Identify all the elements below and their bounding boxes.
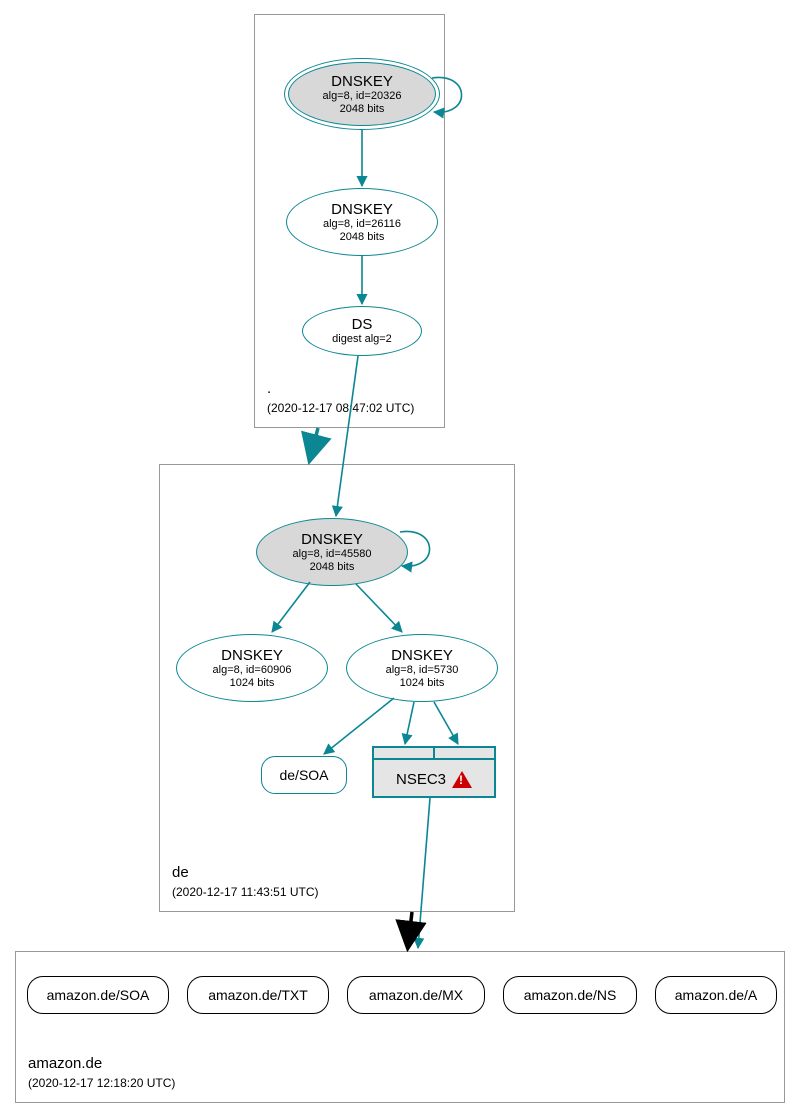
node-label: amazon.de/NS — [524, 987, 617, 1003]
node-sub2: 2048 bits — [310, 561, 355, 574]
node-sub2: 1024 bits — [230, 677, 275, 690]
zone-amazon-timestamp: (2020-12-17 12:18:20 UTC) — [28, 1076, 175, 1090]
amazon-soa: amazon.de/SOA — [27, 976, 169, 1014]
amazon-a: amazon.de/A — [655, 976, 777, 1014]
node-title: DNSKEY — [331, 73, 393, 90]
node-label: de/SOA — [279, 767, 328, 783]
node-sub2: 2048 bits — [340, 103, 385, 116]
node-sub1: digest alg=2 — [332, 333, 392, 346]
nsec3-label-text: NSEC3 — [396, 771, 446, 788]
node-sub2: 2048 bits — [340, 231, 385, 244]
root-ds: DS digest alg=2 — [302, 306, 422, 356]
node-sub1: alg=8, id=5730 — [386, 664, 459, 677]
de-soa: de/SOA — [261, 756, 347, 794]
de-zsk1-dnskey: DNSKEY alg=8, id=60906 1024 bits — [176, 634, 328, 702]
node-title: DNSKEY — [391, 647, 453, 664]
node-label: amazon.de/A — [675, 987, 758, 1003]
node-label: amazon.de/MX — [369, 987, 463, 1003]
de-ksk-dnskey: DNSKEY alg=8, id=45580 2048 bits — [256, 518, 408, 586]
node-title: DNSKEY — [221, 647, 283, 664]
zone-de-timestamp: (2020-12-17 11:43:51 UTC) — [172, 885, 319, 899]
root-zsk-dnskey: DNSKEY alg=8, id=26116 2048 bits — [286, 188, 438, 256]
amazon-ns: amazon.de/NS — [503, 976, 637, 1014]
node-label: amazon.de/SOA — [47, 987, 150, 1003]
root-ksk-dnskey: DNSKEY alg=8, id=20326 2048 bits — [284, 58, 440, 130]
node-sub2: 1024 bits — [400, 677, 445, 690]
de-zsk2-dnskey: DNSKEY alg=8, id=5730 1024 bits — [346, 634, 498, 702]
node-title: DNSKEY — [331, 201, 393, 218]
zone-amazon: amazon.de (2020-12-17 12:18:20 UTC) — [15, 951, 785, 1103]
node-sub1: alg=8, id=45580 — [293, 548, 372, 561]
node-sub1: alg=8, id=20326 — [323, 90, 402, 103]
amazon-mx: amazon.de/MX — [347, 976, 485, 1014]
warning-icon — [452, 771, 472, 788]
node-title: DNSKEY — [301, 531, 363, 548]
amazon-txt: amazon.de/TXT — [187, 976, 329, 1014]
nsec3-top-cells — [374, 748, 494, 760]
node-sub1: alg=8, id=60906 — [213, 664, 292, 677]
zone-root-name: . — [267, 380, 271, 397]
node-sub1: alg=8, id=26116 — [323, 218, 401, 231]
zone-de-name: de — [172, 864, 189, 881]
node-label: amazon.de/TXT — [208, 987, 308, 1003]
zone-amazon-name: amazon.de — [28, 1055, 102, 1072]
zone-root-timestamp: (2020-12-17 08:47:02 UTC) — [267, 401, 414, 415]
node-title: DS — [352, 316, 373, 333]
de-nsec3: NSEC3 — [372, 746, 496, 798]
